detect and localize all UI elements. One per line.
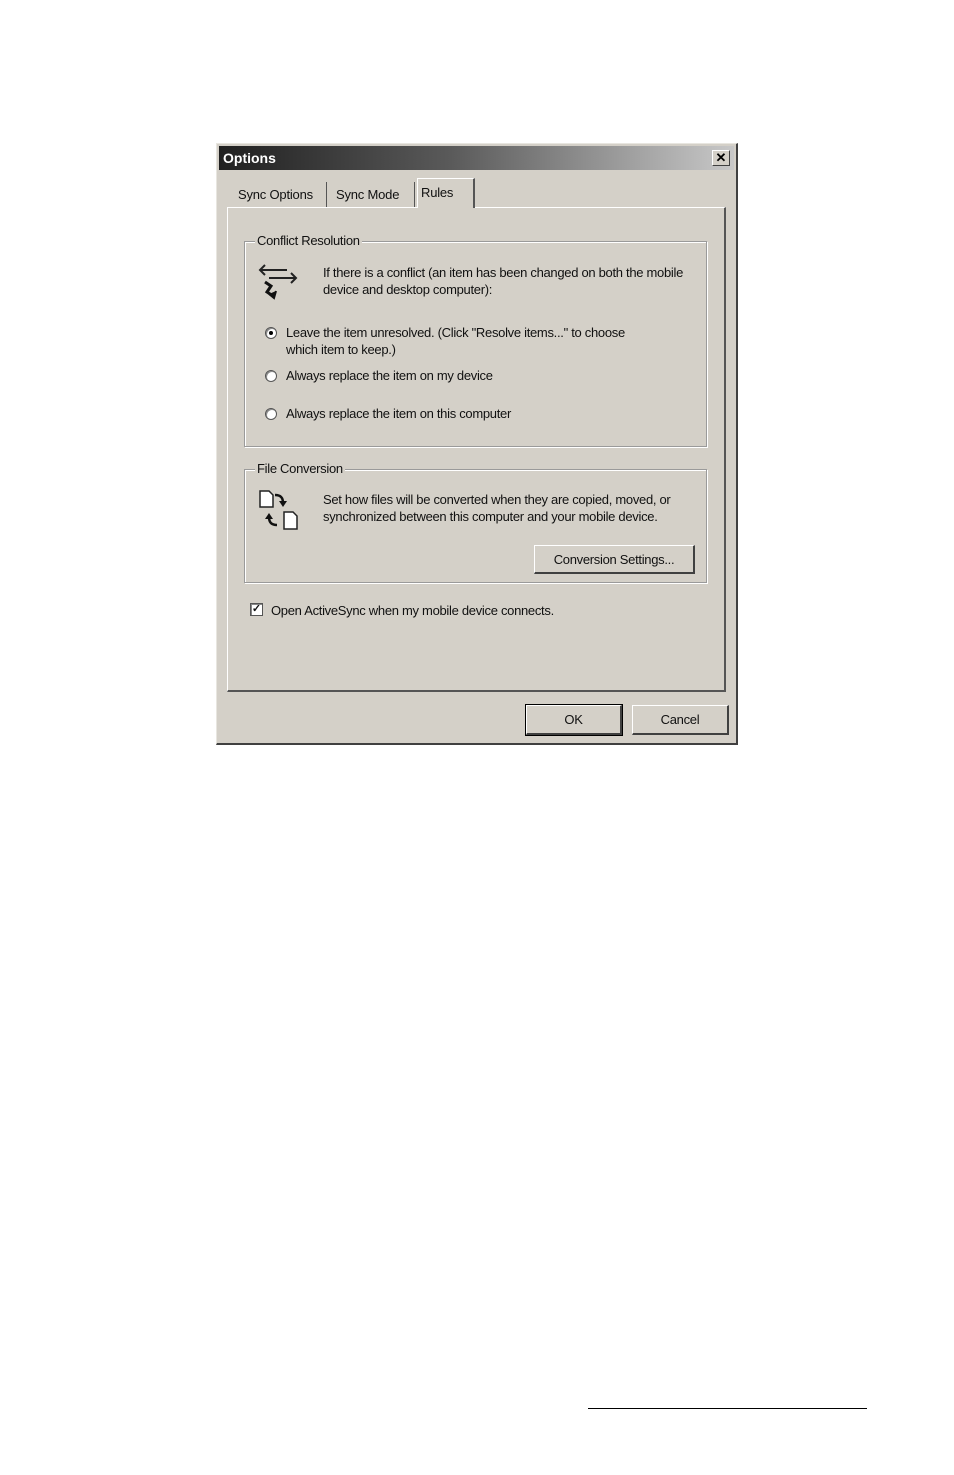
conflict-description: If there is a conflict (an item has been…: [323, 265, 684, 297]
conversion-settings-button[interactable]: Conversion Settings...: [534, 545, 695, 574]
open-activesync-checkbox[interactable]: ✓: [250, 603, 263, 616]
file-convert-icon: [259, 490, 298, 530]
cancel-button[interactable]: Cancel: [632, 705, 729, 735]
options-dialog: Options ✕ Sync Options Sync Mode Rules C…: [216, 143, 738, 745]
radio-selected-dot: [269, 331, 273, 335]
option-replace-on-computer-label: Always replace the item on this computer: [286, 406, 511, 421]
tab-sync-options[interactable]: Sync Options: [235, 182, 327, 208]
ok-button[interactable]: OK: [525, 704, 623, 736]
dialog-title: Options: [223, 150, 276, 166]
file-conversion-legend: File Conversion: [255, 461, 345, 477]
close-button[interactable]: ✕: [712, 150, 730, 166]
conflict-resolution-group: Conflict Resolution If there is a confli…: [244, 233, 707, 447]
tab-rules[interactable]: Rules: [417, 178, 475, 208]
rules-panel: Conflict Resolution If there is a confli…: [227, 207, 726, 692]
file-conversion-description: Set how files will be converted when the…: [323, 492, 671, 524]
conflict-resolution-legend: Conflict Resolution: [255, 233, 362, 249]
file-conversion-group: File Conversion Set how files will be co…: [244, 461, 707, 583]
radio-leave-unresolved[interactable]: [265, 327, 277, 339]
option-leave-unresolved-label: Leave the item unresolved. (Click "Resol…: [286, 325, 625, 357]
sync-arrows-icon: [258, 264, 298, 300]
checkmark-icon: ✓: [251, 603, 262, 615]
footer-rule: [588, 1408, 867, 1409]
option-replace-on-device-label: Always replace the item on my device: [286, 368, 493, 383]
open-activesync-label: Open ActiveSync when my mobile device co…: [271, 603, 554, 618]
title-bar: Options ✕: [219, 146, 734, 170]
radio-replace-on-device[interactable]: [265, 370, 277, 382]
tab-sync-mode[interactable]: Sync Mode: [333, 182, 415, 208]
close-icon: ✕: [715, 150, 727, 165]
radio-replace-on-computer[interactable]: [265, 408, 277, 420]
